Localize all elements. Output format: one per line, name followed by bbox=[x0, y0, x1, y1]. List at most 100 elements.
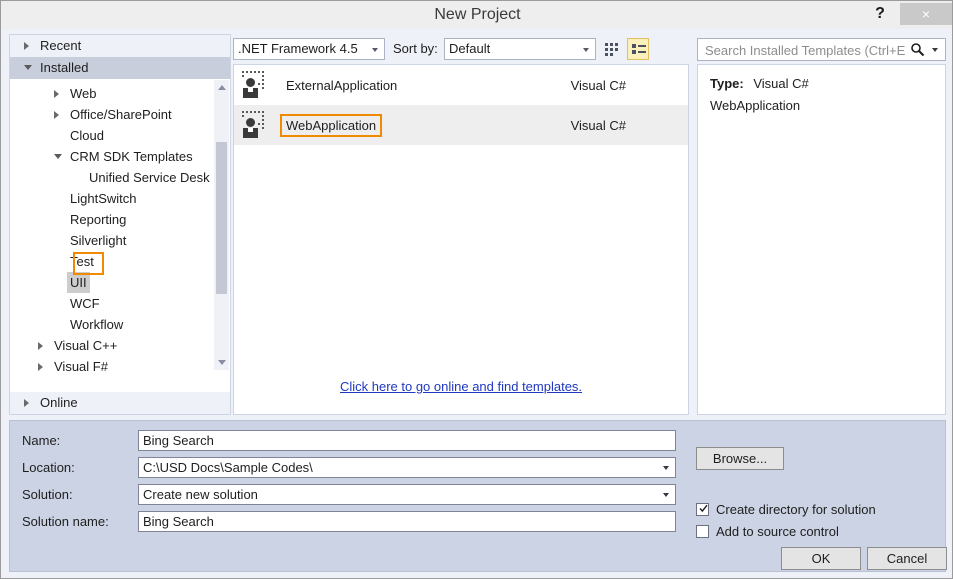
tree-item-label: Unified Service Desk bbox=[89, 170, 210, 185]
tree-item-label: Test bbox=[70, 254, 94, 269]
new-project-dialog: New Project ? × Recent Installed Web Off… bbox=[0, 0, 953, 579]
tree-item-visual-fsharp[interactable]: Visual F# bbox=[10, 356, 216, 371]
table-row[interactable]: ExternalApplication Visual C# bbox=[234, 65, 688, 105]
tree-item-web[interactable]: Web bbox=[10, 83, 216, 104]
tree-item-label: Visual F# bbox=[54, 359, 108, 371]
create-directory-checkbox[interactable] bbox=[696, 503, 709, 516]
table-row[interactable]: WebApplication Visual C# bbox=[234, 105, 688, 145]
tree-item-label: Visual C++ bbox=[54, 338, 118, 353]
cancel-button[interactable]: Cancel bbox=[867, 547, 947, 570]
templates-tree-panel: Recent Installed Web Office/SharePoint C… bbox=[9, 34, 231, 415]
person-notch-shape bbox=[248, 128, 253, 132]
chevron-down-icon[interactable] bbox=[932, 48, 938, 52]
template-type-line: Type: Visual C# bbox=[710, 76, 809, 91]
small-icons-view-button[interactable] bbox=[601, 38, 623, 60]
chevron-right-icon bbox=[24, 399, 29, 407]
tree-item-label: Silverlight bbox=[70, 233, 127, 248]
close-button[interactable]: × bbox=[900, 3, 952, 25]
dialog-title: New Project bbox=[434, 6, 521, 23]
tree-root-recent[interactable]: Recent bbox=[10, 35, 230, 57]
tree-items-container: Web Office/SharePoint Cloud CRM SDK Temp… bbox=[10, 79, 230, 371]
chevron-right-icon bbox=[54, 111, 59, 119]
person-head-shape bbox=[246, 118, 255, 127]
chevron-down-icon bbox=[583, 48, 589, 52]
solution-dropdown[interactable]: Create new solution bbox=[138, 484, 676, 505]
chevron-down-icon bbox=[663, 493, 669, 497]
search-input[interactable] bbox=[703, 39, 907, 62]
add-source-control-label: Add to source control bbox=[716, 524, 839, 539]
tree-item-label: CRM SDK Templates bbox=[70, 149, 193, 164]
chevron-down-icon bbox=[54, 154, 62, 159]
solution-name-label: Solution name: bbox=[22, 514, 109, 529]
chevron-right-icon bbox=[38, 342, 43, 350]
template-name: ExternalApplication bbox=[286, 78, 398, 93]
tree-scroll-area: Web Office/SharePoint Cloud CRM SDK Temp… bbox=[10, 79, 216, 371]
tree-item-label: UII bbox=[67, 272, 90, 293]
chevron-right-icon bbox=[38, 363, 43, 371]
list-view-button[interactable] bbox=[627, 38, 649, 60]
person-head-shape bbox=[246, 78, 255, 87]
uii-application-icon bbox=[242, 111, 272, 139]
scrollbar-thumb[interactable] bbox=[216, 142, 227, 294]
caret-down-icon bbox=[218, 360, 226, 365]
tree-root-online-label: Online bbox=[40, 395, 78, 410]
tree-item-uii[interactable]: UII bbox=[10, 272, 216, 293]
chevron-right-icon bbox=[24, 42, 29, 50]
template-language: Visual C# bbox=[570, 118, 626, 133]
tree-root-online[interactable]: Online bbox=[10, 392, 230, 414]
search-box[interactable] bbox=[697, 38, 946, 62]
tree-item-lightswitch[interactable]: LightSwitch bbox=[10, 188, 216, 209]
solution-label: Solution: bbox=[22, 487, 73, 502]
project-settings-panel: Name: Location: C:\USD Docs\Sample Codes… bbox=[9, 420, 947, 572]
check-icon bbox=[699, 504, 708, 513]
sort-by-label: Sort by: bbox=[393, 41, 438, 56]
tree-item-label: Web bbox=[70, 86, 97, 101]
search-icon[interactable] bbox=[910, 42, 925, 57]
tree-item-label: Workflow bbox=[70, 317, 124, 332]
ok-button[interactable]: OK bbox=[781, 547, 861, 570]
tree-item-test[interactable]: Test bbox=[10, 251, 216, 272]
project-name-input[interactable] bbox=[138, 430, 676, 451]
template-type-value: Visual C# bbox=[753, 76, 809, 91]
uii-application-icon bbox=[242, 71, 272, 99]
tree-item-workflow[interactable]: Workflow bbox=[10, 314, 216, 335]
framework-version-dropdown[interactable]: .NET Framework 4.5 bbox=[233, 38, 385, 60]
location-dropdown[interactable]: C:\USD Docs\Sample Codes\ bbox=[138, 457, 676, 478]
tree-item-cloud[interactable]: Cloud bbox=[10, 125, 216, 146]
tree-item-visual-cpp[interactable]: Visual C++ bbox=[10, 335, 216, 356]
template-language: Visual C# bbox=[570, 78, 626, 93]
tree-item-label: Reporting bbox=[70, 212, 127, 227]
add-source-control-checkbox[interactable] bbox=[696, 525, 709, 538]
tree-item-silverlight[interactable]: Silverlight bbox=[10, 230, 216, 251]
solution-name-input[interactable] bbox=[138, 511, 676, 532]
templates-list-panel: ExternalApplication Visual C# WebApplica… bbox=[233, 64, 689, 415]
create-directory-label: Create directory for solution bbox=[716, 502, 876, 517]
tree-scrollbar[interactable] bbox=[214, 80, 229, 370]
scroll-down-button[interactable] bbox=[214, 355, 229, 370]
go-online-templates-link[interactable]: Click here to go online and find templat… bbox=[234, 379, 688, 394]
chevron-down-icon bbox=[663, 466, 669, 470]
tree-root-recent-label: Recent bbox=[40, 38, 82, 53]
solution-value: Create new solution bbox=[143, 487, 258, 502]
tree-item-office-sharepoint[interactable]: Office/SharePoint bbox=[10, 104, 216, 125]
chevron-down-icon bbox=[24, 65, 32, 70]
caret-up-icon bbox=[218, 85, 226, 90]
name-label: Name: bbox=[22, 433, 61, 448]
tree-item-crm-sdk-templates[interactable]: CRM SDK Templates bbox=[10, 146, 216, 167]
location-label: Location: bbox=[22, 460, 75, 475]
tree-item-unified-service-desk[interactable]: Unified Service Desk bbox=[10, 167, 216, 188]
templates-toolbar: .NET Framework 4.5 Sort by: Default bbox=[233, 38, 689, 62]
tree-item-reporting[interactable]: Reporting bbox=[10, 209, 216, 230]
tree-item-label: Cloud bbox=[70, 128, 104, 143]
help-button[interactable]: ? bbox=[865, 1, 895, 27]
location-value: C:\USD Docs\Sample Codes\ bbox=[143, 460, 313, 475]
template-details-panel: Type: Visual C# WebApplication bbox=[697, 64, 946, 415]
chevron-down-icon bbox=[372, 48, 378, 52]
tree-item-wcf[interactable]: WCF bbox=[10, 293, 216, 314]
sort-by-dropdown[interactable]: Default bbox=[444, 38, 596, 60]
tree-item-label: Office/SharePoint bbox=[70, 107, 172, 122]
scroll-up-button[interactable] bbox=[214, 80, 229, 95]
template-name: WebApplication bbox=[280, 114, 383, 137]
tree-root-installed[interactable]: Installed bbox=[10, 57, 230, 79]
browse-button[interactable]: Browse... bbox=[696, 447, 784, 470]
